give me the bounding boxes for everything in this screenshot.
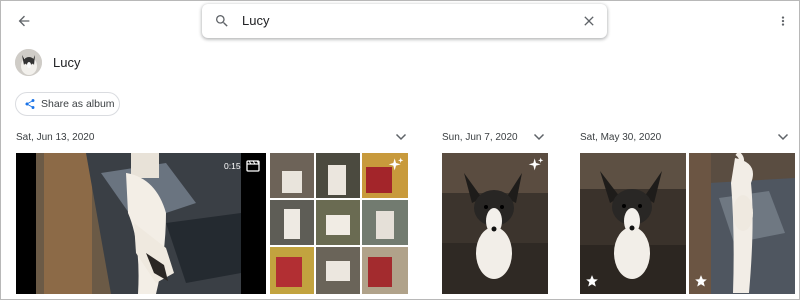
date-header: Sun, Jun 7, 2020 <box>442 132 518 143</box>
photo-image <box>442 153 548 294</box>
video-frame <box>16 153 266 294</box>
star-icon[interactable] <box>585 274 599 288</box>
video-icon <box>246 160 260 172</box>
date-header: Sat, Jun 13, 2020 <box>16 132 95 143</box>
photo-thumbnail[interactable] <box>442 153 548 294</box>
person-header: Lucy <box>15 49 80 76</box>
video-thumbnail[interactable]: 0:15 <box>16 153 266 294</box>
photo-thumbnail[interactable] <box>580 153 686 294</box>
avatar[interactable] <box>15 49 42 76</box>
chevron-down-icon[interactable] <box>777 132 789 142</box>
sparkle-icon <box>528 157 544 171</box>
chevron-down-icon[interactable] <box>533 132 545 142</box>
back-arrow-icon <box>18 15 30 27</box>
search-bar <box>202 4 607 38</box>
clear-icon[interactable] <box>581 13 597 29</box>
back-button[interactable] <box>13 10 35 32</box>
search-input[interactable] <box>242 13 562 28</box>
photo-image <box>689 153 795 294</box>
collage-grid <box>270 153 408 294</box>
photo-thumbnail[interactable] <box>689 153 795 294</box>
search-icon <box>216 15 228 27</box>
collage-thumbnail[interactable] <box>270 153 408 294</box>
date-header: Sat, May 30, 2020 <box>580 132 662 143</box>
photos-search-page: Lucy Share as album Sat, Jun 13, 2020 Su… <box>0 0 800 300</box>
star-icon[interactable] <box>694 274 708 288</box>
video-duration: 0:15 <box>224 161 241 171</box>
person-name[interactable]: Lucy <box>53 55 80 70</box>
avatar-image <box>15 49 42 76</box>
sparkle-icon <box>388 157 404 171</box>
more-vert-icon <box>781 16 785 26</box>
share-as-album-button[interactable]: Share as album <box>15 92 120 116</box>
photo-image <box>580 153 686 294</box>
share-icon <box>25 98 35 109</box>
chevron-down-icon[interactable] <box>395 132 407 142</box>
more-options-button[interactable] <box>773 10 793 32</box>
share-label: Share as album <box>41 98 115 110</box>
